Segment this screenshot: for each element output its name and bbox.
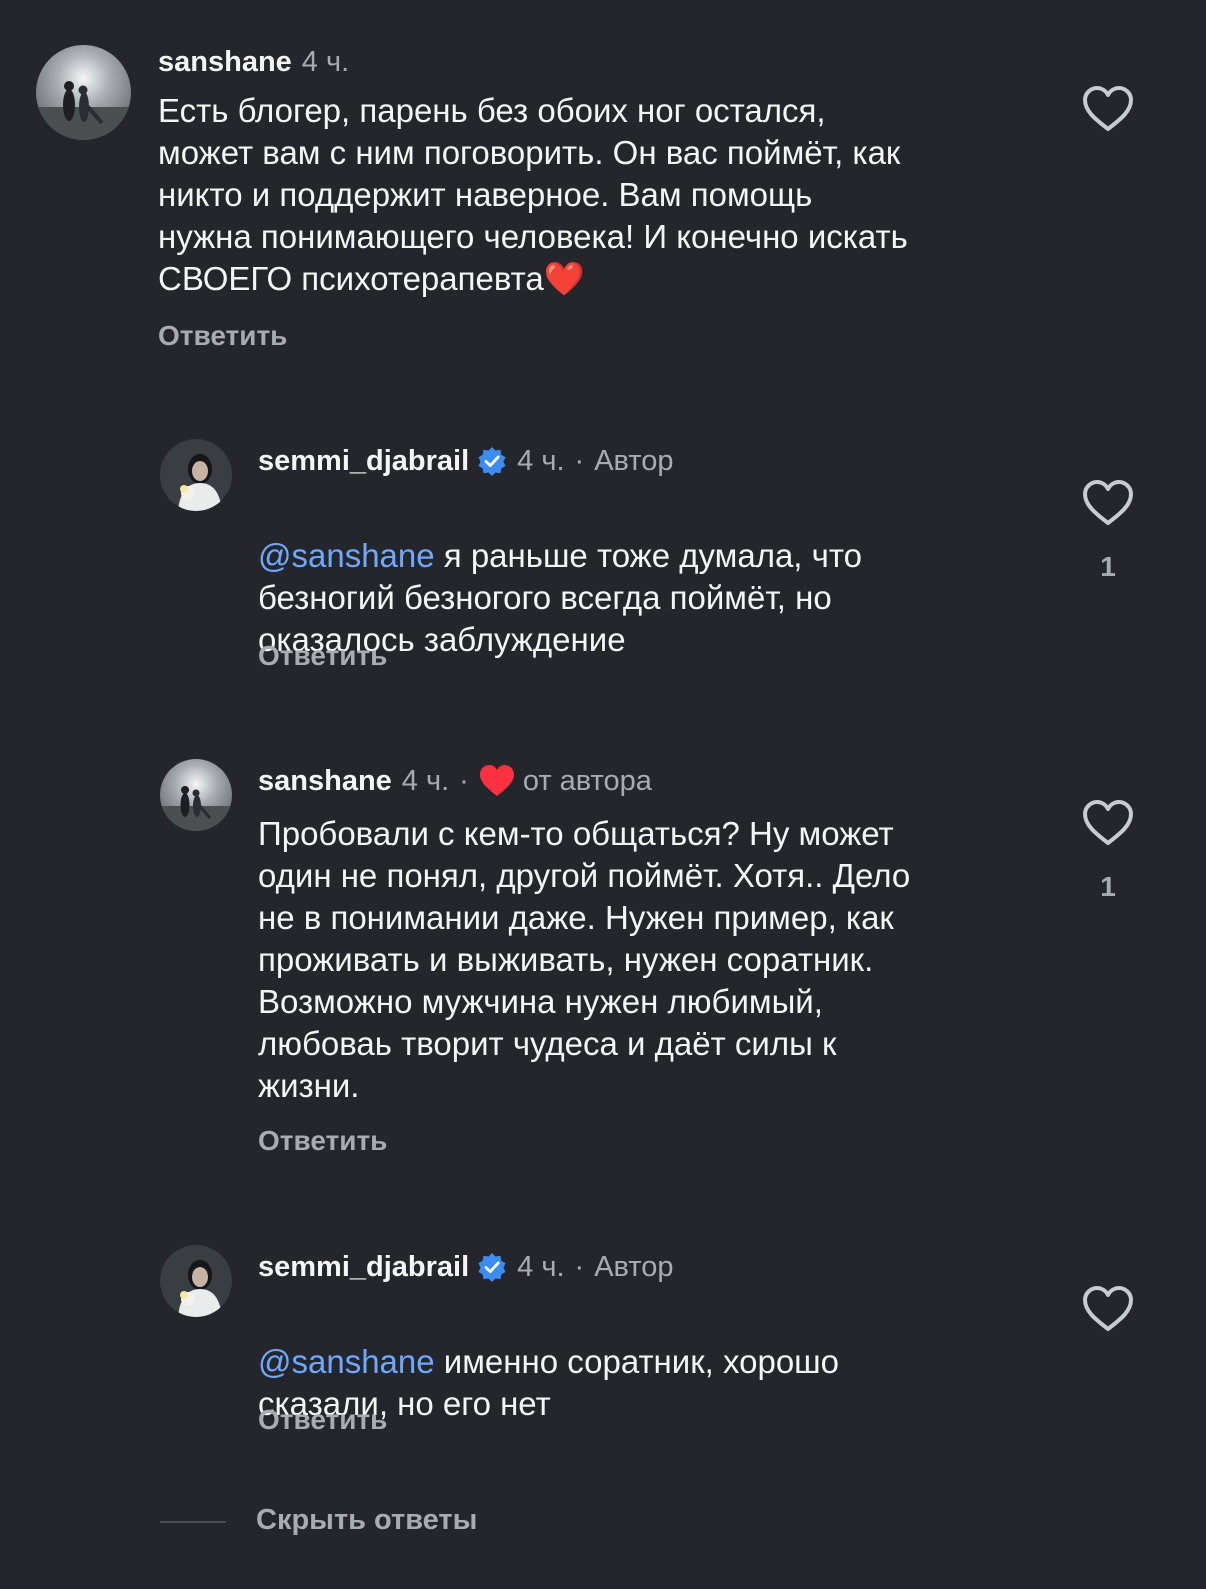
comment-text: Есть блогер, парень без обоих ног осталс… xyxy=(158,92,908,297)
avatar[interactable] xyxy=(160,439,232,511)
comment-text: @sanshane именно соратник, хорошо сказал… xyxy=(258,1299,1138,1425)
author-badge: Автор xyxy=(594,445,674,477)
verified-badge-icon xyxy=(478,1253,506,1282)
comment-header: semmi_djabrail 4 ч. · Автор xyxy=(258,1249,674,1285)
comment-header: sanshane 4 ч. xyxy=(158,44,349,80)
liked-by-author-label: от автора xyxy=(522,765,652,797)
avatar[interactable] xyxy=(160,1245,232,1317)
heart-outline-icon xyxy=(1083,480,1133,525)
comment-header: semmi_djabrail 4 ч. · Автор xyxy=(258,443,674,479)
heart-filled-icon xyxy=(479,765,514,796)
username[interactable]: semmi_djabrail xyxy=(258,443,469,479)
verified-badge-icon xyxy=(478,447,506,476)
heart-outline-icon xyxy=(1083,86,1133,131)
separator-dot: · xyxy=(459,765,469,797)
username[interactable]: sanshane xyxy=(158,44,292,80)
comment-text: Пробовали с кем-то общаться? Ну может од… xyxy=(258,815,911,1104)
like-button[interactable] xyxy=(1081,478,1135,528)
thread-divider-line xyxy=(160,1521,226,1523)
hide-replies-button[interactable]: Скрыть ответы xyxy=(256,1504,477,1537)
like-button[interactable] xyxy=(1081,1284,1135,1334)
avatar[interactable] xyxy=(160,759,232,831)
avatar[interactable] xyxy=(36,45,131,140)
reply-button[interactable]: Ответить xyxy=(258,1125,387,1157)
timestamp: 4 ч. xyxy=(517,445,565,477)
heart-outline-icon xyxy=(1083,1286,1133,1331)
like-button[interactable] xyxy=(1081,798,1135,848)
reply-button[interactable]: Ответить xyxy=(158,320,287,352)
like-count: 1 xyxy=(1100,551,1116,582)
comment-header: sanshane 4 ч. · от автора xyxy=(258,763,652,799)
timestamp: 4 ч. xyxy=(517,1251,565,1283)
username[interactable]: semmi_djabrail xyxy=(258,1249,469,1285)
reply-button[interactable]: Ответить xyxy=(258,1404,387,1436)
reply-button[interactable]: Ответить xyxy=(258,640,387,672)
separator-dot: · xyxy=(574,1251,585,1283)
heart-outline-icon xyxy=(1083,800,1133,845)
separator-dot: · xyxy=(574,445,585,477)
mention-link[interactable]: @sanshane xyxy=(258,537,435,574)
mention-link[interactable]: @sanshane xyxy=(258,1343,435,1380)
author-badge: Автор xyxy=(594,1251,674,1283)
like-count: 1 xyxy=(1100,871,1116,902)
timestamp: 4 ч. xyxy=(401,765,450,797)
like-button[interactable] xyxy=(1081,84,1135,134)
username[interactable]: sanshane xyxy=(258,763,392,799)
comment-text: @sanshane я раньше тоже думала, что безн… xyxy=(258,493,1138,661)
timestamp: 4 ч. xyxy=(301,46,350,78)
